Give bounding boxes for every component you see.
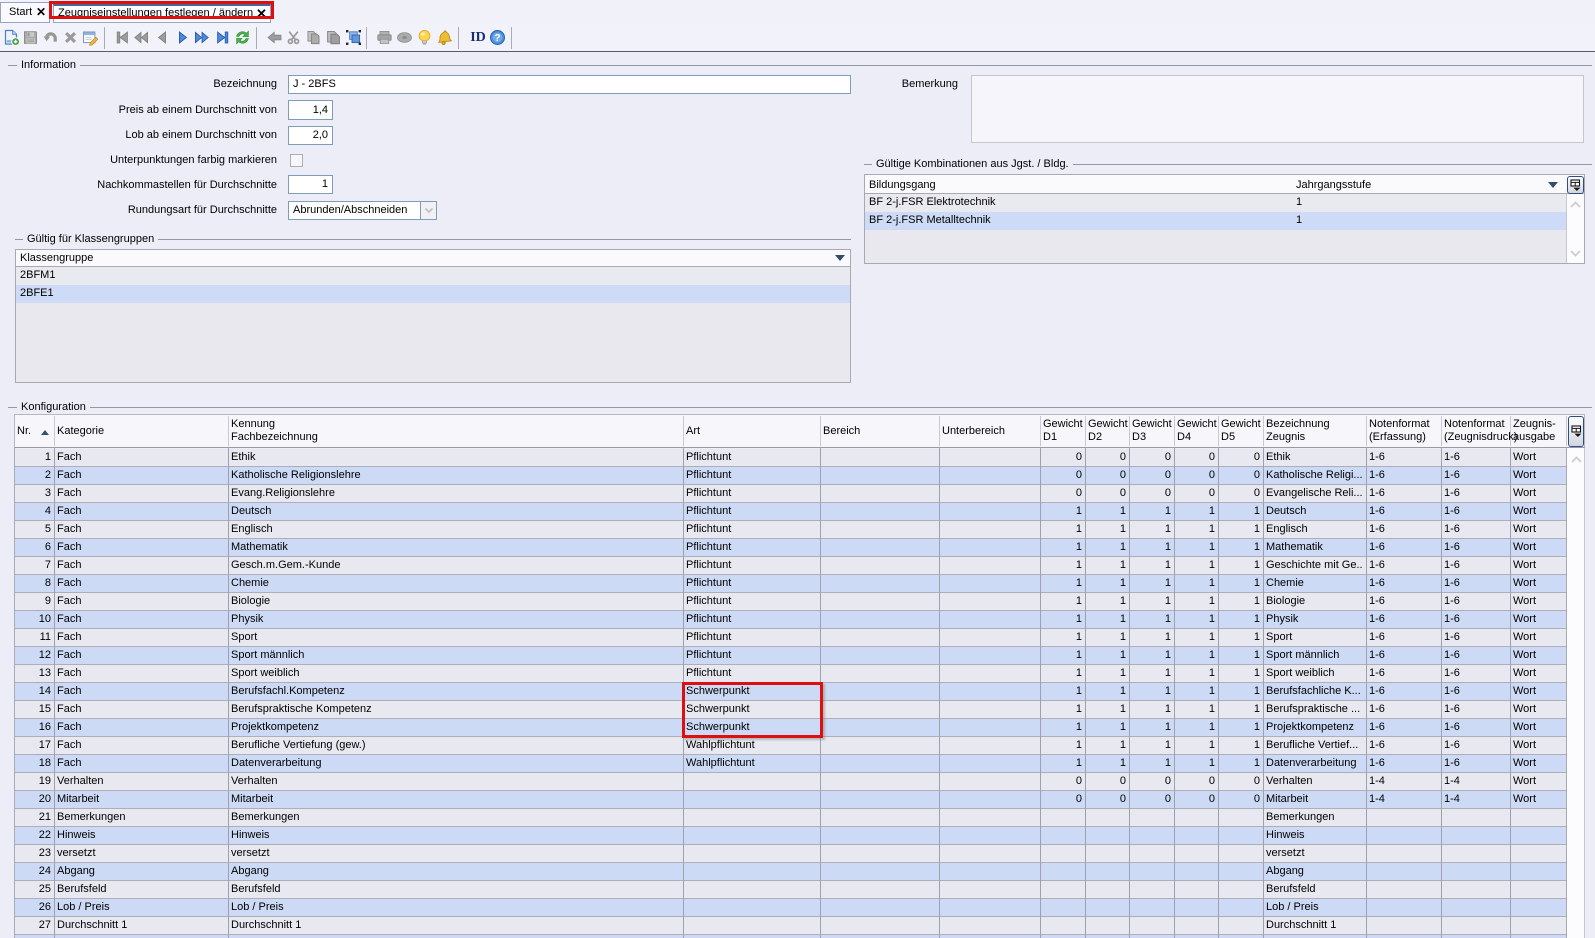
svg-text:?: ? [494, 32, 500, 44]
